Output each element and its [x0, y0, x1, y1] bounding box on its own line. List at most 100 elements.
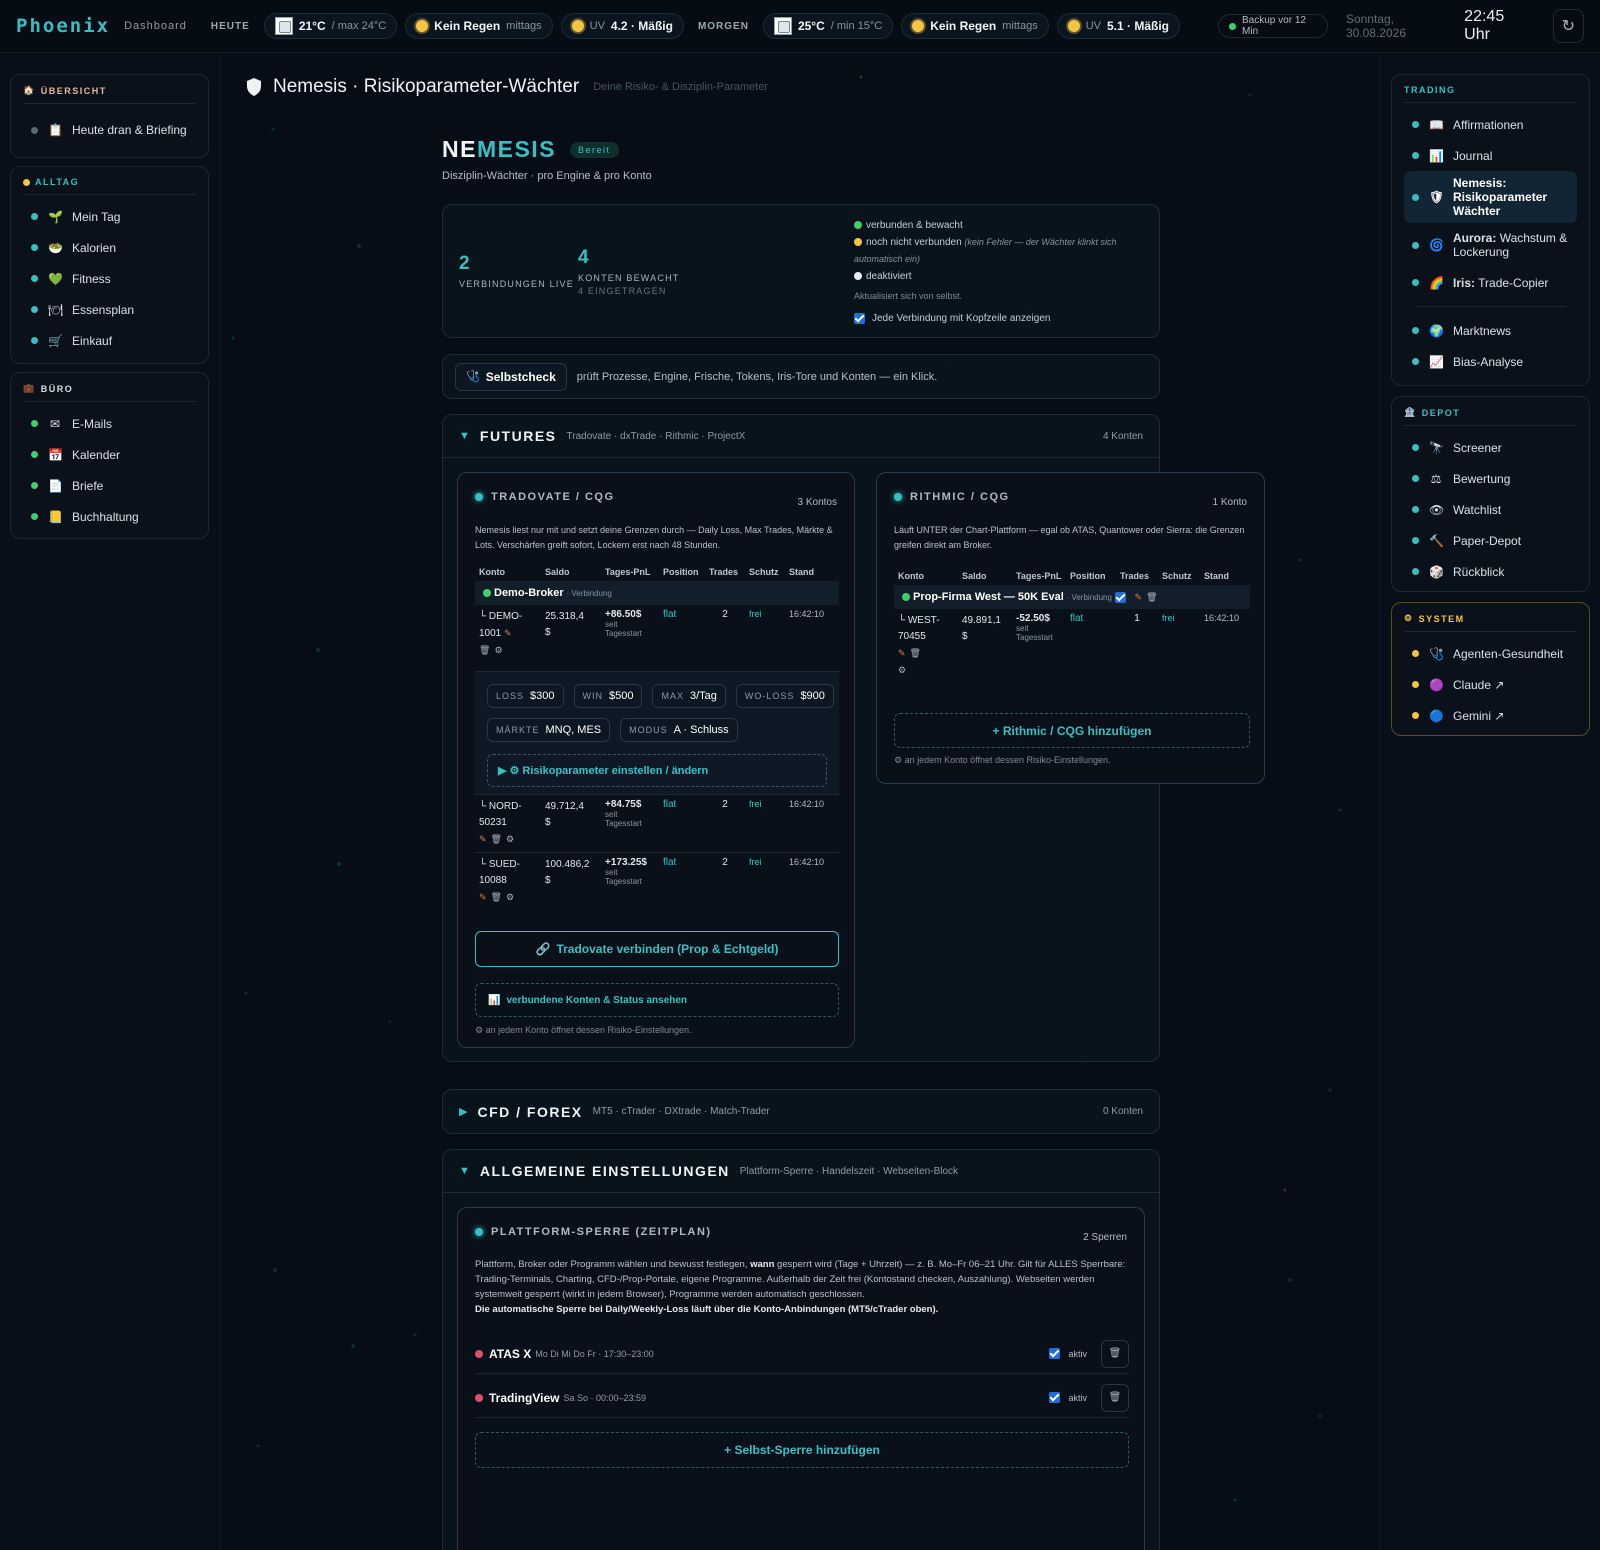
sidebar-item-kalender[interactable]: 📅 Kalender: [23, 439, 196, 470]
today-uv-pill: UV 4.2 · Mäßig: [560, 13, 684, 39]
sidebar-item-agenten-gesundheit[interactable]: 🩺 Agenten-Gesundheit: [1404, 638, 1577, 669]
trash-icon[interactable]: 🗑: [491, 831, 502, 847]
checkbox[interactable]: [854, 313, 865, 324]
table-header-row: Konto Saldo Tages-PnL Position Trades Sc…: [475, 563, 839, 581]
table-row[interactable]: └ NORD- 50231 ✎ 🗑 ⚙ 49.712,4 $ +84.75$ seit Ta…: [475, 795, 839, 853]
today-uv-label: UV: [589, 20, 605, 32]
tradovate-table-continued: └ NORD- 50231 ✎ 🗑 ⚙ 49.712,4 $ +84.75$ seit Ta…: [475, 795, 839, 910]
sidebar-item-briefing[interactable]: 📋 Heute dran & Briefing: [23, 110, 196, 150]
general-settings-subtitle: Plattform-Sperre · Handelszeit · Webseit…: [739, 1165, 959, 1177]
table-row[interactable]: └ DEMO- 1001 ✎ 🗑 ⚙ 25.318,4 $ +86.50$ seit Ta…: [475, 605, 839, 663]
pnl-cell: +173.25$ seit Tagesstart: [605, 857, 647, 886]
sidebar-item-marktnews[interactable]: 🌍 Marktnews: [1404, 315, 1577, 346]
sidebar-item-watchlist[interactable]: 👁 Watchlist: [1404, 494, 1577, 525]
lock-item[interactable]: TradingView Sa So · 00:00–23:59 aktiv 🗑: [475, 1378, 1129, 1418]
lock-item[interactable]: ATAS X Mo Di Mi Do Fr · 17:30–23:00 akti…: [475, 1334, 1129, 1374]
sidebar-item-bias-analyse[interactable]: 📈 Bias-Analyse: [1404, 346, 1577, 377]
platform-lock-title: PLATTFORM-SPERRE (ZEITPLAN): [491, 1226, 712, 1238]
sidebar-item-label: Agenten-Gesundheit: [1453, 646, 1564, 661]
risk-settings-button[interactable]: ▶ ⚙ Risikoparameter einstellen / ändern: [487, 754, 827, 787]
column-header: Tages-PnL: [605, 567, 651, 577]
sidebar-item-briefe[interactable]: 📄 Briefe: [23, 470, 196, 501]
locked-dot-icon: [475, 1349, 483, 1358]
refresh-button[interactable]: ↻: [1552, 9, 1584, 43]
broker-enabled-checkbox[interactable]: [1114, 591, 1126, 603]
sidebar-item-essensplan[interactable]: 🍽 Essensplan: [23, 294, 196, 325]
edit-icon[interactable]: ✎: [479, 831, 487, 847]
add-self-lock-button[interactable]: + Selbst-Sperre hinzufügen: [475, 1432, 1129, 1468]
nav-dot-icon: [31, 451, 38, 458]
broker-row: Prop-Firma West — 50K Eval · Verbindung …: [894, 585, 1250, 609]
delete-button[interactable]: 🗑: [1101, 1383, 1129, 1412]
trash-icon[interactable]: 🗑: [910, 645, 921, 661]
trades-cell: 2: [722, 799, 728, 810]
protection-cell: frei: [749, 799, 762, 809]
status-dot-icon: [475, 1228, 483, 1236]
sidebar-item-affirmationen[interactable]: 📖 Affirmationen: [1404, 109, 1577, 140]
protection-cell: frei: [1162, 613, 1175, 623]
legend-not-connected: noch nicht verbunden (kein Fehler — der …: [854, 237, 1117, 264]
timestamp-cell: 16:42:10: [789, 857, 825, 867]
table-row[interactable]: └ WEST- 70455 ✎ 🗑 ⚙ 49.891,1 $ -52.50$ seit Ta…: [894, 609, 1250, 683]
general-settings-header[interactable]: ▼ ALLGEMEINE EINSTELLUNGEN Plattform-Spe…: [443, 1150, 1159, 1193]
left-panel-overview: 🏠 ÜBERSICHT 📋 Heute dran & Briefing: [10, 74, 209, 158]
sidebar-item-screener[interactable]: 🔭 Screener: [1404, 432, 1577, 463]
edit-icon[interactable]: ✎: [898, 645, 906, 661]
trash-icon[interactable]: 🗑: [491, 889, 502, 905]
gear-icon[interactable]: ⚙: [898, 662, 906, 678]
pnl-cell: -52.50$ seit Tagesstart: [1016, 613, 1053, 642]
sidebar-item-aurora[interactable]: 🌀 Aurora: Wachstum & Lockerung: [1404, 223, 1577, 267]
position-cell: flat: [663, 857, 677, 868]
sidebar-item-iris[interactable]: 🌈 Iris: Trade-Copier: [1404, 267, 1577, 298]
table-row[interactable]: └ SUED- 10088 ✎ 🗑 ⚙ 100.486,2 $ +173.25$ seit …: [475, 852, 839, 911]
connect-tradovate-button[interactable]: 🔗 Tradovate verbinden (Prop & Echtgeld): [475, 931, 839, 967]
active-checkbox[interactable]: [1049, 1392, 1061, 1403]
sidebar-item-nemesis[interactable]: 🛡 Nemesis: Risikoparameter Wächter: [1404, 171, 1577, 223]
edit-icon[interactable]: ✎: [479, 889, 487, 905]
sidebar-item-bewertung[interactable]: ⚖ Bewertung: [1404, 463, 1577, 494]
cfd-header[interactable]: ▶ CFD / FOREX MT5 · cTrader · DXtrade · …: [443, 1090, 1159, 1133]
sidebar-item-kalorien[interactable]: 🥗 Kalorien: [23, 232, 196, 263]
trash-icon[interactable]: 🗑: [479, 642, 490, 658]
platform-lock-description: Plattform, Broker oder Programm wählen u…: [475, 1259, 1126, 1315]
today-rain: Kein Regen: [434, 19, 501, 33]
spiral-icon: 🌀: [1429, 238, 1444, 252]
tradovate-title: TRADOVATE / CQG: [491, 491, 615, 503]
column-header: Tages-PnL: [1016, 571, 1062, 581]
mail-icon: ✉: [49, 416, 61, 431]
edit-icon[interactable]: ✎: [504, 625, 512, 641]
delete-button[interactable]: 🗑: [1101, 1339, 1129, 1368]
sidebar-item-fitness[interactable]: 💚 Fitness: [23, 263, 196, 294]
app-logo[interactable]: Phoenix: [16, 15, 110, 37]
sidebar-item-emails[interactable]: ✉ E-Mails: [23, 408, 196, 439]
calendar-icon: 📅: [48, 447, 63, 462]
sidebar-item-buchhaltung[interactable]: 📒 Buchhaltung: [23, 501, 196, 532]
refresh-icon: ↻: [1561, 18, 1576, 35]
sidebar-item-rueckblick[interactable]: 🎲 Rückblick: [1404, 556, 1577, 587]
trash-icon[interactable]: 🗑: [1146, 592, 1157, 603]
sidebar-item-mein-tag[interactable]: 🌱 Mein Tag: [23, 201, 196, 232]
column-header: Saldo: [962, 571, 987, 581]
sidebar-item-paper-depot[interactable]: 🔨 Paper-Depot: [1404, 525, 1577, 556]
tomorrow-uv: 5.1 · Mäßig: [1107, 19, 1170, 33]
futures-header[interactable]: ▼ FUTURES Tradovate · dxTrade · Rithmic …: [443, 415, 1159, 458]
add-rithmic-button[interactable]: + Rithmic / CQG hinzufügen: [894, 713, 1250, 748]
sidebar-item-gemini[interactable]: 🔵 Gemini ↗: [1404, 700, 1577, 731]
lock-item-controls: aktiv 🗑: [1049, 1383, 1129, 1412]
view-status-button[interactable]: 📊 verbundene Konten & Status ansehen: [475, 983, 839, 1017]
selfcheck-button[interactable]: 🩺 Selbstcheck: [455, 362, 567, 391]
limit-chip: WO-LOSS $900: [735, 684, 834, 708]
edit-icon[interactable]: ✎: [1135, 592, 1143, 603]
account-cell: └ WEST- 70455 ✎ 🗑 ⚙: [894, 609, 958, 683]
alltag-title: ALLTAG: [23, 177, 196, 195]
sidebar-item-claude[interactable]: 🟣 Claude ↗: [1404, 669, 1577, 700]
gear-icon: ⚙: [1404, 613, 1414, 623]
gear-icon[interactable]: ⚙: [506, 831, 514, 847]
scales-icon: ⚖: [1430, 471, 1442, 486]
show-header-toggle[interactable]: Jede Verbindung mit Kopfzeile anzeigen: [854, 310, 1144, 327]
active-checkbox[interactable]: [1049, 1348, 1061, 1359]
gear-icon[interactable]: ⚙: [494, 642, 502, 658]
sidebar-item-journal[interactable]: 📊 Journal: [1404, 140, 1577, 171]
sidebar-item-einkauf[interactable]: 🛒 Einkauf: [23, 325, 196, 356]
gear-icon[interactable]: ⚙: [506, 889, 514, 905]
